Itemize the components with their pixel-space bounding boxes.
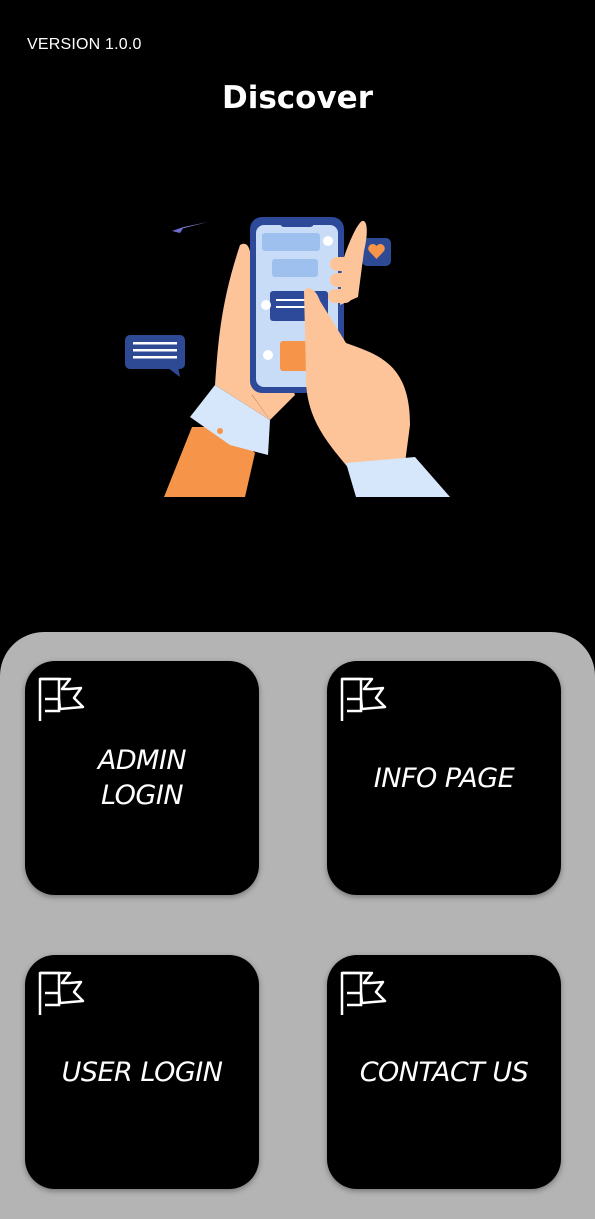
version-text: VERSION 1.0.0 [27, 36, 142, 53]
chat-bubble-icon [125, 335, 185, 377]
admin-login-tile[interactable]: ADMIN LOGIN [25, 661, 259, 895]
admin-login-label: ADMIN LOGIN [97, 745, 187, 811]
menu-panel: ADMIN LOGIN INFO PAGE USER LOGIN CONTACT… [0, 632, 595, 1219]
user-login-tile[interactable]: USER LOGIN [25, 955, 259, 1189]
contact-us-label: CONTACT US [359, 1056, 529, 1088]
hands-holding-phone-illustration [125, 217, 450, 497]
contact-us-tile[interactable]: CONTACT US [327, 955, 561, 1189]
info-page-tile[interactable]: INFO PAGE [327, 661, 561, 895]
heart-icon [362, 238, 391, 266]
paper-plane-icon [172, 222, 208, 233]
info-page-label: INFO PAGE [373, 762, 515, 794]
user-login-label: USER LOGIN [61, 1056, 223, 1088]
page-title: Discover [221, 80, 373, 116]
